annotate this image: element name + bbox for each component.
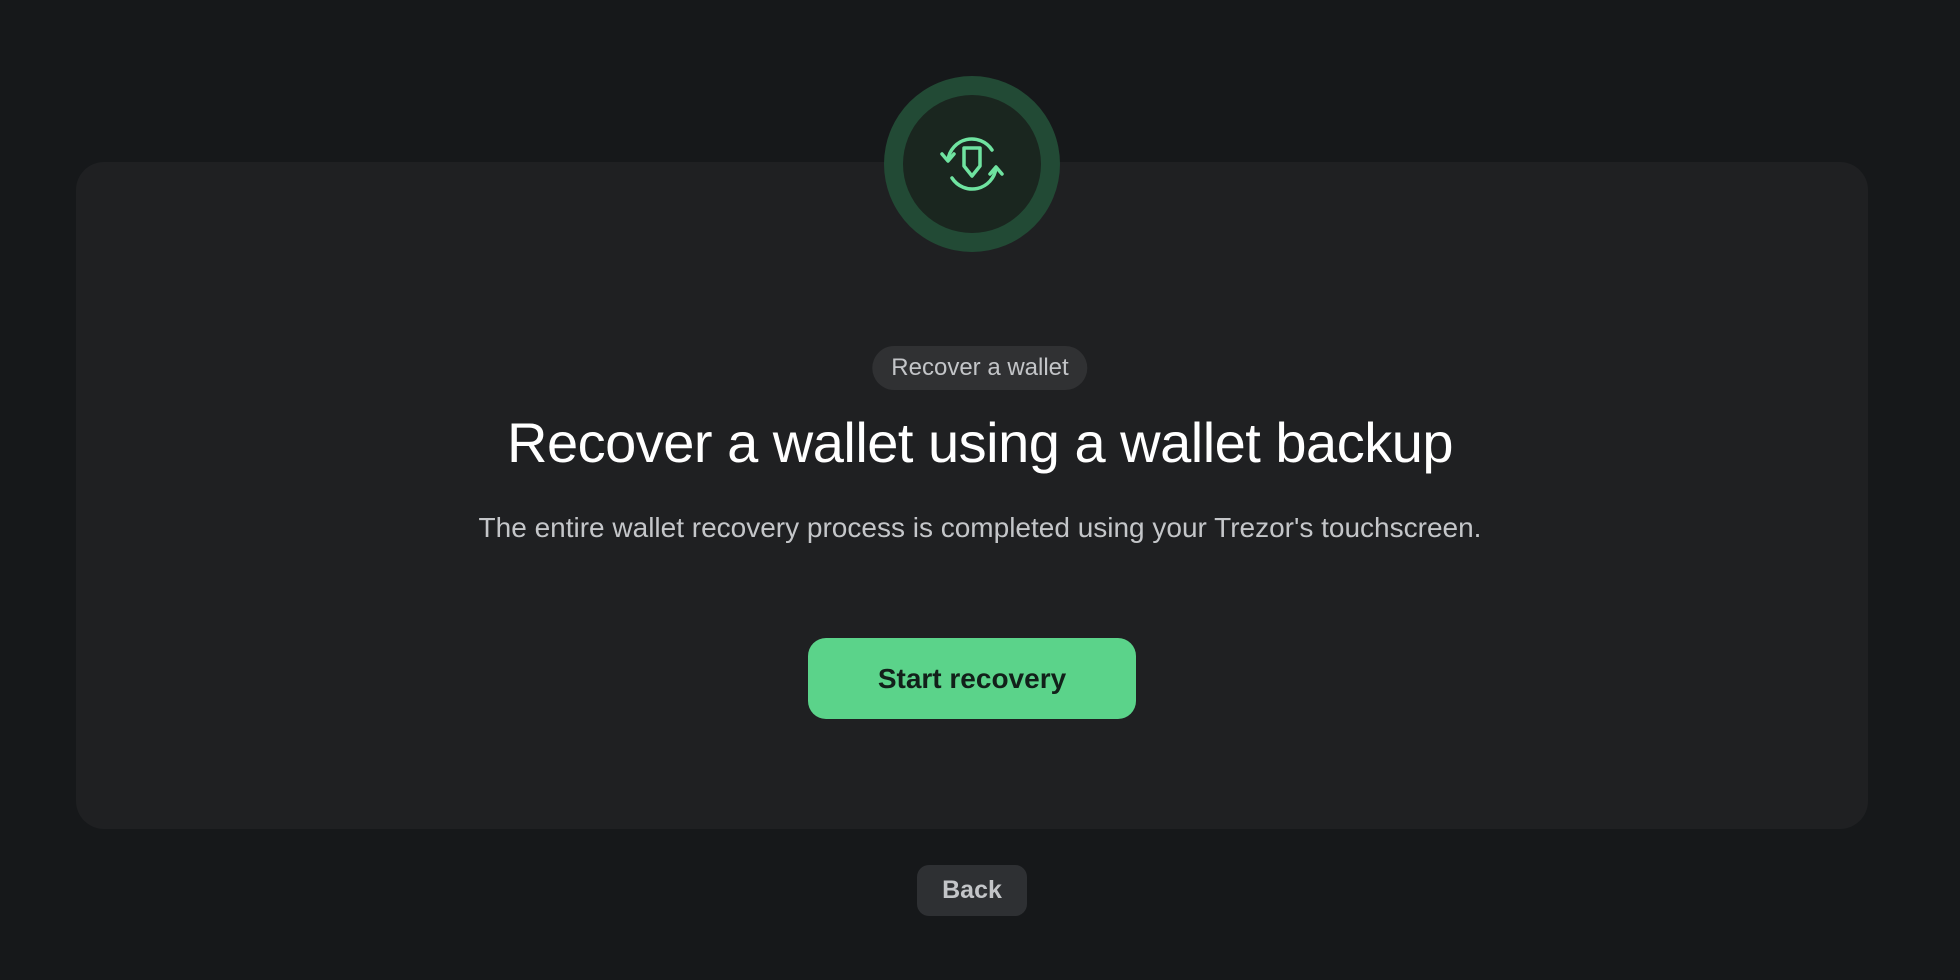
- recovery-card: [76, 162, 1868, 829]
- icon-badge-inner: [903, 95, 1041, 233]
- back-button[interactable]: Back: [917, 865, 1027, 916]
- recovery-page: Recover a wallet Recover a wallet using …: [0, 0, 1960, 980]
- section-tag: Recover a wallet: [872, 346, 1088, 390]
- start-recovery-button[interactable]: Start recovery: [808, 638, 1136, 719]
- icon-badge: [884, 76, 1060, 252]
- shield-refresh-icon: [940, 137, 1004, 191]
- page-description: The entire wallet recovery process is co…: [478, 512, 1482, 543]
- page-title: Recover a wallet using a wallet backup: [507, 411, 1453, 474]
